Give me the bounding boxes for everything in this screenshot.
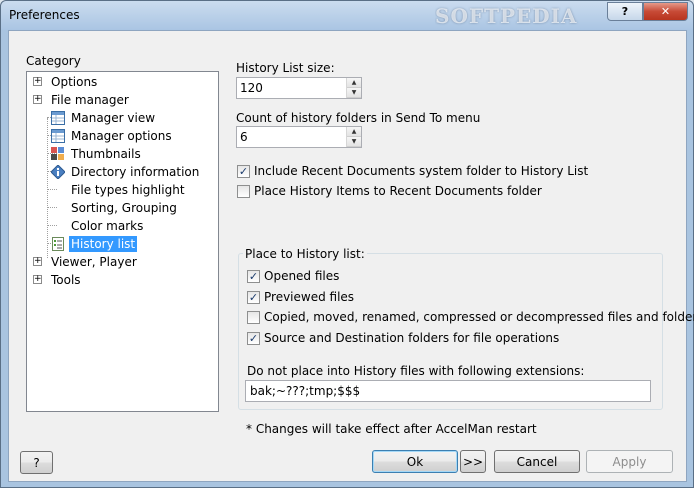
close-icon: ✕ xyxy=(660,5,671,18)
previewed-files-label: Previewed files xyxy=(264,290,355,304)
copied-files-label: Copied, moved, renamed, compressed or de… xyxy=(264,310,694,324)
tree-item-color-marks[interactable]: Color marks xyxy=(27,217,217,235)
thumbnails-icon xyxy=(51,147,64,160)
tree-item-file-manager[interactable]: + File manager xyxy=(27,91,217,109)
tree-item-label: Manager options xyxy=(71,129,172,143)
tree-item-label: Viewer, Player xyxy=(51,255,137,269)
copied-files-checkbox-row[interactable]: Copied, moved, renamed, compressed or de… xyxy=(247,309,694,325)
history-size-spinner[interactable]: 120 ▲ ▼ xyxy=(236,77,362,99)
spin-up-icon[interactable]: ▲ xyxy=(347,127,361,137)
source-dest-checkbox[interactable]: ✓ xyxy=(247,331,260,345)
category-label: Category xyxy=(26,54,81,68)
help-button[interactable]: ? xyxy=(20,451,53,474)
tree-item-file-types-highlight[interactable]: File types highlight xyxy=(27,181,217,199)
ok-button[interactable]: Ok xyxy=(372,450,458,473)
apply-button[interactable]: Apply xyxy=(586,450,673,473)
previewed-files-checkbox-row[interactable]: ✓ Previewed files xyxy=(247,289,354,305)
tree-item-sorting-grouping[interactable]: Sorting, Grouping xyxy=(27,199,217,217)
source-dest-label: Source and Destination folders for file … xyxy=(264,331,560,345)
tree-item-directory-information[interactable]: Directory information xyxy=(27,163,217,181)
include-recent-checkbox[interactable]: ✓ xyxy=(237,164,250,178)
title-help-button[interactable]: ? xyxy=(607,2,643,21)
previewed-files-checkbox[interactable]: ✓ xyxy=(247,290,260,304)
tree-item-viewer-player[interactable]: + Viewer, Player xyxy=(27,253,217,271)
tree-item-history-list[interactable]: History list xyxy=(27,235,217,253)
sendto-count-label: Count of history folders in Send To menu xyxy=(236,111,481,125)
expand-icon[interactable]: + xyxy=(33,275,42,284)
help-icon: ? xyxy=(621,5,629,18)
grid-options-icon xyxy=(51,129,65,143)
tree-item-thumbnails[interactable]: Thumbnails xyxy=(27,145,217,163)
tree-item-label: History list xyxy=(69,236,138,252)
place-to-history-group-title: Place to History list: xyxy=(243,247,367,261)
spin-down-icon[interactable]: ▼ xyxy=(347,137,361,147)
sendto-count-value: 6 xyxy=(240,130,248,144)
softpedia-watermark: SOFTPEDIA xyxy=(435,4,578,26)
expand-icon[interactable]: + xyxy=(33,77,42,86)
opened-files-label: Opened files xyxy=(264,269,340,283)
opened-files-checkbox[interactable]: ✓ xyxy=(247,269,260,283)
tree-item-tools[interactable]: + Tools xyxy=(27,271,217,289)
tree-item-label: Tools xyxy=(51,273,81,287)
tree-item-manager-options[interactable]: Manager options xyxy=(27,127,217,145)
cancel-button[interactable]: Cancel xyxy=(494,450,580,473)
window-title: Preferences xyxy=(9,8,80,22)
place-items-checkbox[interactable] xyxy=(237,184,250,198)
spinner-arrows: ▲ ▼ xyxy=(346,78,361,98)
category-tree[interactable]: + Options + File manager Manager view Ma… xyxy=(26,71,219,412)
title-close-button[interactable]: ✕ xyxy=(643,2,688,21)
spin-up-icon[interactable]: ▲ xyxy=(347,78,361,88)
include-recent-label: Include Recent Documents system folder t… xyxy=(254,164,589,178)
history-size-value: 120 xyxy=(240,81,263,95)
tree-item-label: Thumbnails xyxy=(71,147,141,161)
title-bar[interactable]: Preferences SOFTPEDIA ? ✕ xyxy=(1,1,693,30)
source-dest-checkbox-row[interactable]: ✓ Source and Destination folders for fil… xyxy=(247,330,559,346)
tree-item-label: Color marks xyxy=(71,219,144,233)
restart-note: * Changes will take effect after AccelMa… xyxy=(246,422,537,436)
tree-item-label: File types highlight xyxy=(71,183,185,197)
exclude-extensions-input[interactable]: bak;~???;tmp;$$$ xyxy=(245,380,651,402)
include-recent-checkbox-row[interactable]: ✓ Include Recent Documents system folder… xyxy=(237,163,588,179)
sendto-count-spinner[interactable]: 6 ▲ ▼ xyxy=(236,126,362,148)
tree-item-label: Manager view xyxy=(71,111,156,125)
tree-item-label: Options xyxy=(51,75,98,89)
place-items-checkbox-row[interactable]: Place History Items to Recent Documents … xyxy=(237,183,542,199)
copied-files-checkbox[interactable] xyxy=(247,310,260,324)
tree-item-label: Directory information xyxy=(71,165,200,179)
exclude-extensions-label: Do not place into History files with fol… xyxy=(247,364,585,378)
opened-files-checkbox-row[interactable]: ✓ Opened files xyxy=(247,268,339,284)
spin-down-icon[interactable]: ▼ xyxy=(347,88,361,98)
more-button[interactable]: >> xyxy=(460,450,486,473)
history-size-label: History List size: xyxy=(236,61,335,75)
help-icon: ? xyxy=(33,455,40,470)
history-list-icon xyxy=(52,237,64,251)
place-items-label: Place History Items to Recent Documents … xyxy=(254,184,542,198)
tree-item-label: File manager xyxy=(51,93,129,107)
grid-view-icon xyxy=(51,111,65,125)
dialog-client-area: Category + Options + File manager Manage… xyxy=(8,30,694,482)
spinner-arrows: ▲ ▼ xyxy=(346,127,361,147)
tree-item-manager-view[interactable]: Manager view xyxy=(27,109,217,127)
preferences-window: Preferences SOFTPEDIA ? ✕ Category + Opt… xyxy=(0,0,694,488)
expand-icon[interactable]: + xyxy=(33,257,42,266)
info-icon xyxy=(51,165,65,179)
expand-icon[interactable]: + xyxy=(33,95,42,104)
tree-item-options[interactable]: + Options xyxy=(27,73,217,91)
tree-item-label: Sorting, Grouping xyxy=(71,201,177,215)
